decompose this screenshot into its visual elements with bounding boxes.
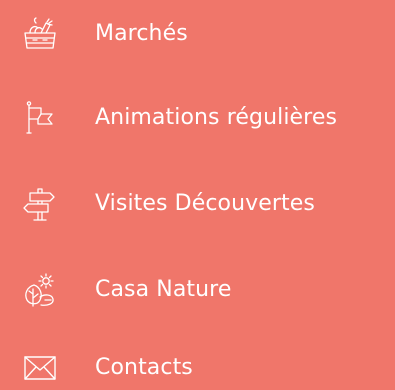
menu-item-animations[interactable]: Animations régulières [0,96,395,140]
menu-item-casa-nature[interactable]: Casa Nature [0,268,395,312]
market-crate-icon [22,16,58,52]
menu-item-contacts[interactable]: Contacts [0,346,395,390]
envelope-icon [22,350,58,386]
menu-item-visites[interactable]: Visites Découvertes [0,182,395,226]
main-menu: Marchés Animations régulières Visites Dé… [0,0,395,383]
menu-item-label: Visites Découvertes [95,191,315,216]
flag-icon [22,100,58,136]
menu-item-label: Marchés [95,21,188,46]
menu-item-label: Animations régulières [95,105,338,130]
menu-item-label: Casa Nature [95,277,232,302]
menu-item-label: Contacts [95,355,193,380]
menu-item-marches[interactable]: Marchés [0,12,395,56]
nature-plant-icon [22,272,58,308]
signpost-icon [22,186,58,222]
